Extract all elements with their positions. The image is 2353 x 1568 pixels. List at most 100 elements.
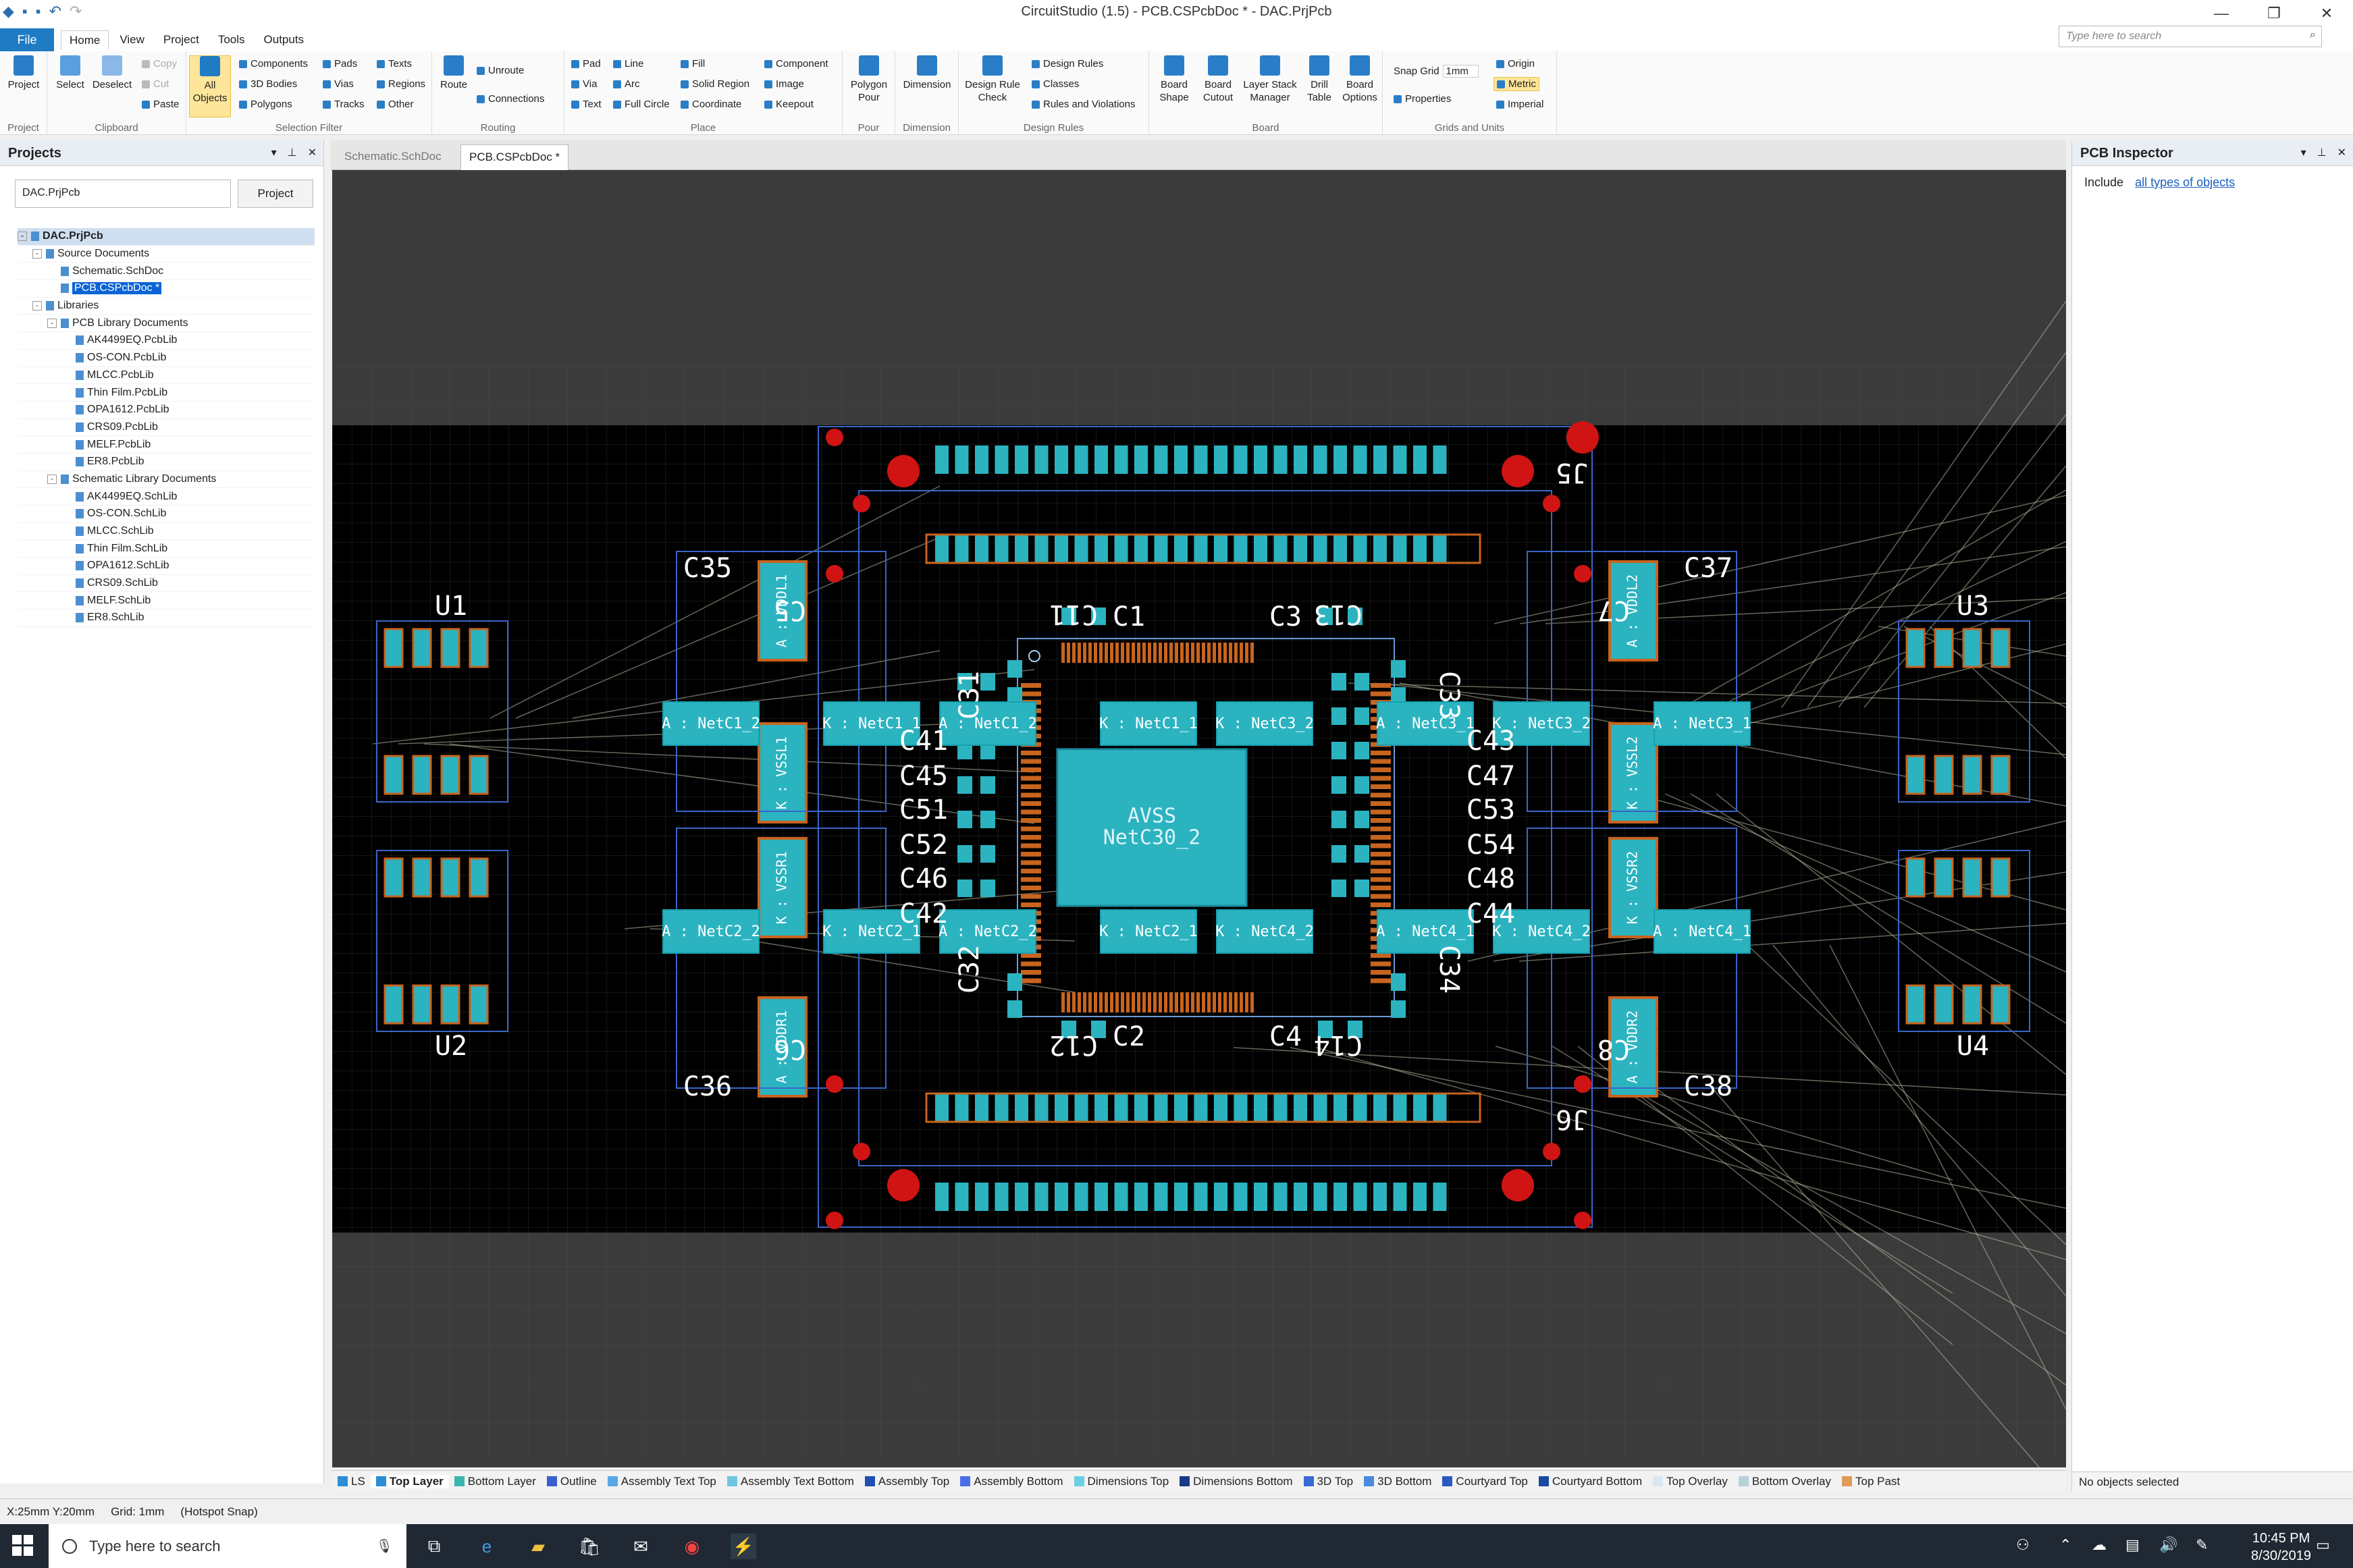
tab-view[interactable]: View bbox=[111, 30, 153, 49]
tree-item[interactable]: - DAC.PrjPcb bbox=[18, 228, 315, 246]
microphone-icon[interactable]: 🎙 bbox=[376, 1538, 393, 1555]
connections-button[interactable]: Connections bbox=[477, 93, 544, 105]
select-button[interactable]: Select bbox=[51, 55, 89, 91]
project-button[interactable]: Project bbox=[4, 55, 43, 91]
tab-project[interactable]: Project bbox=[155, 30, 207, 49]
notifications-icon[interactable]: ▭ bbox=[2316, 1536, 2330, 1554]
close-icon[interactable]: ✕ bbox=[308, 146, 317, 159]
taskbar-search[interactable]: Type here to search 🎙 bbox=[49, 1524, 406, 1568]
tree-item[interactable]: CRS09.SchLib bbox=[18, 575, 315, 593]
layer-tab[interactable]: Dimensions Top bbox=[1069, 1475, 1175, 1488]
place-via[interactable]: Via bbox=[571, 78, 597, 90]
pin-icon[interactable]: ⊥ bbox=[2317, 146, 2327, 159]
design-rule-check-button[interactable]: Design Rule Check bbox=[961, 55, 1024, 104]
tree-item[interactable]: MLCC.PcbLib bbox=[18, 367, 315, 385]
search-icon[interactable]: ⌕ bbox=[2310, 29, 2316, 41]
layer-tab[interactable]: Bottom Overlay bbox=[1733, 1475, 1836, 1488]
tree-item[interactable]: Thin Film.SchLib bbox=[18, 540, 315, 558]
tree-item[interactable]: Thin Film.PcbLib bbox=[18, 384, 315, 402]
network-icon[interactable]: ▤ bbox=[2125, 1536, 2140, 1554]
tree-item[interactable]: MLCC.SchLib bbox=[18, 523, 315, 541]
place-line[interactable]: Line bbox=[613, 58, 643, 70]
metric-toggle[interactable]: Metric bbox=[1493, 77, 1539, 91]
store-icon[interactable]: 🛍 bbox=[577, 1534, 602, 1559]
filter-components[interactable]: Components bbox=[239, 58, 308, 70]
place-image[interactable]: Image bbox=[764, 78, 804, 90]
layer-tab[interactable]: Courtyard Bottom bbox=[1533, 1475, 1647, 1488]
expand-toggle-icon[interactable]: - bbox=[32, 301, 42, 311]
task-view-icon[interactable]: ⧉ bbox=[421, 1534, 447, 1559]
tree-item[interactable]: - Schematic Library Documents bbox=[18, 471, 315, 489]
place-solid-region[interactable]: Solid Region bbox=[681, 78, 749, 90]
tab-pcb-doc[interactable]: PCB.CSPcbDoc * bbox=[460, 144, 569, 170]
layer-tab[interactable]: Top Overlay bbox=[1647, 1475, 1733, 1488]
file-menu-button[interactable]: File bbox=[0, 28, 54, 51]
copy-button[interactable]: Copy bbox=[142, 58, 177, 70]
layer-tab[interactable]: Top Layer bbox=[370, 1474, 449, 1488]
chrome-icon[interactable]: ◉ bbox=[679, 1534, 705, 1559]
search-input[interactable]: Type here to search ⌕ bbox=[2059, 26, 2322, 47]
place-coordinate[interactable]: Coordinate bbox=[681, 99, 741, 110]
layer-tab[interactable]: LS bbox=[332, 1475, 371, 1488]
drill-table-button[interactable]: Drill Table bbox=[1300, 55, 1338, 104]
tree-item[interactable]: - Source Documents bbox=[18, 246, 315, 263]
filter-regions[interactable]: Regions bbox=[377, 78, 425, 90]
filter-pads[interactable]: Pads bbox=[323, 58, 357, 70]
filter-3d-bodies[interactable]: 3D Bodies bbox=[239, 78, 297, 90]
expand-toggle-icon[interactable]: - bbox=[32, 249, 42, 259]
minimize-icon[interactable]: — bbox=[2195, 0, 2248, 27]
layer-tab[interactable]: Dimensions Bottom bbox=[1174, 1475, 1298, 1488]
tree-item[interactable]: OPA1612.PcbLib bbox=[18, 402, 315, 419]
unroute-button[interactable]: Unroute bbox=[477, 65, 524, 76]
close-icon[interactable]: ✕ bbox=[2300, 0, 2353, 27]
place-fill[interactable]: Fill bbox=[681, 58, 705, 70]
panel-menu-icon[interactable]: ▾ bbox=[271, 146, 277, 159]
volume-icon[interactable]: 🔊 bbox=[2159, 1536, 2177, 1554]
expand-toggle-icon[interactable]: - bbox=[47, 474, 57, 484]
layer-tab[interactable]: Bottom Layer bbox=[449, 1475, 541, 1488]
layer-tab[interactable]: Top Past bbox=[1836, 1475, 1905, 1488]
layer-tab[interactable]: 3D Bottom bbox=[1358, 1475, 1437, 1488]
mail-icon[interactable]: ✉ bbox=[628, 1534, 654, 1559]
place-pad[interactable]: Pad bbox=[571, 58, 601, 70]
tree-item[interactable]: Schematic.SchDoc bbox=[18, 263, 315, 281]
windows-start-icon[interactable] bbox=[12, 1535, 34, 1557]
layer-tab[interactable]: Assembly Bottom bbox=[955, 1475, 1068, 1488]
edge-icon[interactable]: e bbox=[474, 1534, 500, 1559]
place-text[interactable]: Text bbox=[571, 99, 602, 110]
layer-tab[interactable]: Outline bbox=[541, 1475, 602, 1488]
tree-item[interactable]: - PCB Library Documents bbox=[18, 315, 315, 333]
project-name-field[interactable]: DAC.PrjPcb bbox=[15, 180, 231, 208]
restore-icon[interactable]: ❐ bbox=[2248, 0, 2300, 27]
filter-vias[interactable]: Vias bbox=[323, 78, 354, 90]
pcb-canvas[interactable]: A : NetC1_2 K : NetC1_1 A : NetC1_2 K : Net… bbox=[332, 170, 2066, 1467]
board-options-button[interactable]: Board Options bbox=[1338, 55, 1381, 104]
pin-icon[interactable]: ⊥ bbox=[288, 146, 297, 159]
filter-other[interactable]: Other bbox=[377, 99, 414, 110]
layer-stack-manager-button[interactable]: Layer Stack Manager bbox=[1240, 55, 1300, 104]
paste-button[interactable]: Paste bbox=[142, 99, 179, 110]
tree-item[interactable]: PCB.CSPcbDoc * bbox=[18, 280, 315, 298]
tree-item[interactable]: MELF.SchLib bbox=[18, 592, 315, 610]
tree-item[interactable]: OS-CON.SchLib bbox=[18, 506, 315, 523]
place-arc[interactable]: Arc bbox=[613, 78, 640, 90]
expand-toggle-icon[interactable]: - bbox=[18, 232, 27, 242]
classes-button[interactable]: Classes bbox=[1032, 78, 1079, 90]
pcb-drawing[interactable]: A : NetC1_2 K : NetC1_1 A : NetC1_2 K : Net… bbox=[332, 170, 2066, 1467]
design-rules-button[interactable]: Design Rules bbox=[1032, 58, 1103, 70]
file-explorer-icon[interactable]: ▰ bbox=[525, 1534, 551, 1559]
circuitstudio-icon[interactable]: ⚡ bbox=[731, 1534, 756, 1559]
filter-tracks[interactable]: Tracks bbox=[323, 99, 364, 110]
taskbar-clock[interactable]: 10:45 PM 8/30/2019 bbox=[2251, 1530, 2311, 1565]
tab-schematic-doc[interactable]: Schematic.SchDoc bbox=[336, 144, 450, 170]
origin-button[interactable]: Origin bbox=[1496, 58, 1535, 70]
tree-item[interactable]: CRS09.PcbLib bbox=[18, 419, 315, 437]
tab-outputs[interactable]: Outputs bbox=[256, 30, 313, 49]
layer-tab[interactable]: Courtyard Top bbox=[1437, 1475, 1533, 1488]
tree-item[interactable]: AK4499EQ.SchLib bbox=[18, 488, 315, 506]
grid-properties-button[interactable]: Properties bbox=[1394, 93, 1451, 105]
deselect-button[interactable]: Deselect bbox=[89, 55, 135, 91]
dimension-button[interactable]: Dimension bbox=[898, 55, 956, 91]
panel-menu-icon[interactable]: ▾ bbox=[2301, 146, 2306, 159]
layer-tab[interactable]: 3D Top bbox=[1298, 1475, 1359, 1488]
